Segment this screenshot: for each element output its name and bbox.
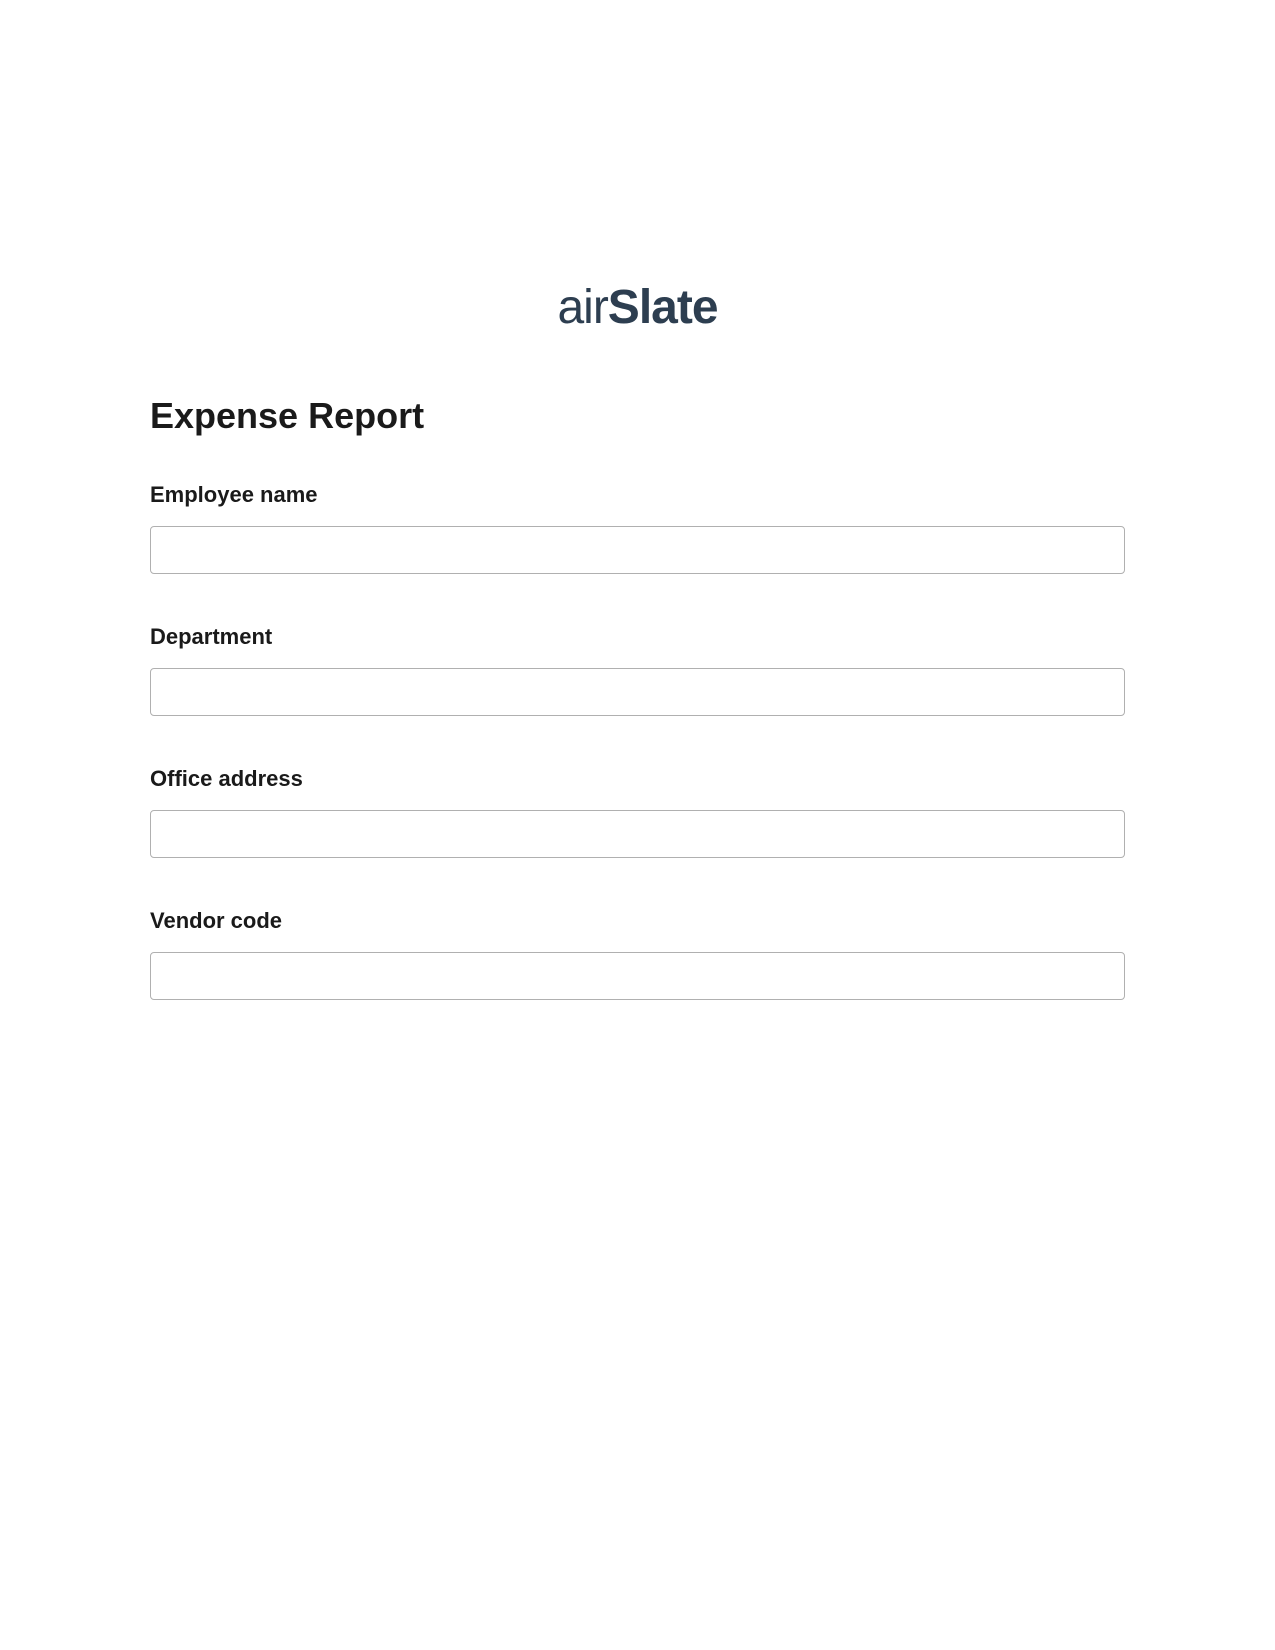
field-department: Department — [150, 624, 1125, 716]
vendor-code-input[interactable] — [150, 952, 1125, 1000]
employee-name-input[interactable] — [150, 526, 1125, 574]
department-label: Department — [150, 624, 1125, 650]
logo: airSlate — [150, 280, 1125, 335]
office-address-input[interactable] — [150, 810, 1125, 858]
field-vendor-code: Vendor code — [150, 908, 1125, 1000]
logo-text: airSlate — [557, 281, 717, 334]
field-employee-name: Employee name — [150, 482, 1125, 574]
department-input[interactable] — [150, 668, 1125, 716]
employee-name-label: Employee name — [150, 482, 1125, 508]
vendor-code-label: Vendor code — [150, 908, 1125, 934]
office-address-label: Office address — [150, 766, 1125, 792]
field-office-address: Office address — [150, 766, 1125, 858]
logo-prefix: air — [557, 281, 607, 334]
logo-suffix: Slate — [608, 281, 718, 334]
form-page: airSlate Expense Report Employee name De… — [0, 0, 1275, 1000]
form-title: Expense Report — [150, 395, 1125, 437]
